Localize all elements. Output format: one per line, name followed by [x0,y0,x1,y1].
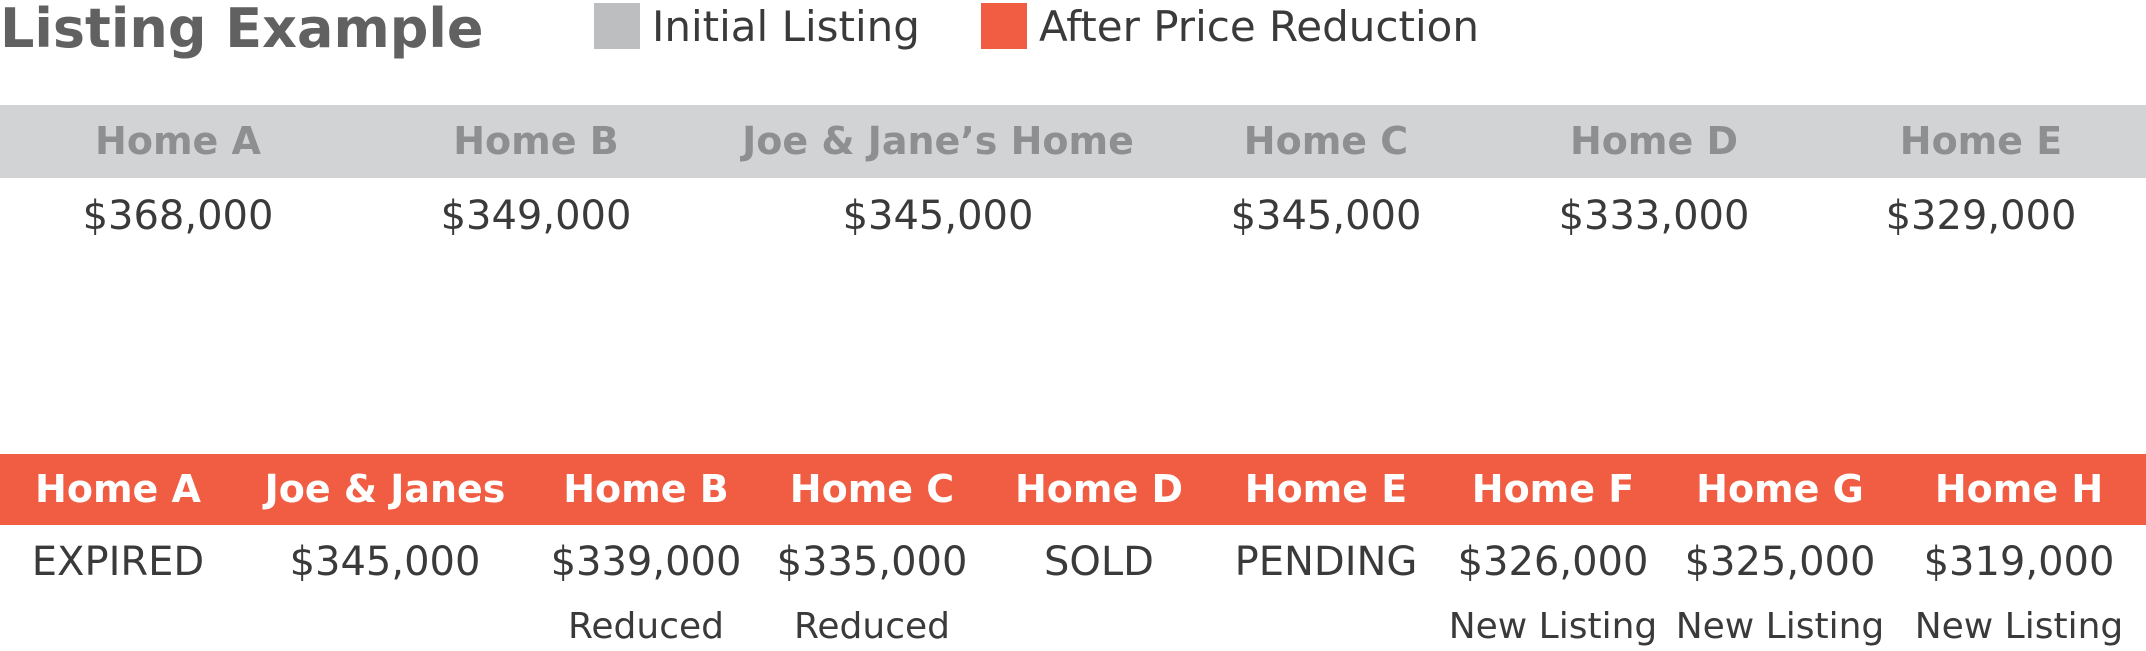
initial-header-cell: Home D [1569,119,1739,163]
legend-item-after-price-reduction: After Price Reduction [981,0,1479,52]
after-header-cell: Home B [563,467,729,511]
page-title: Listing Example [0,0,484,60]
initial-price-cell: $349,000 [440,193,632,239]
initial-header-cell: Home E [1899,119,2063,163]
after-header-cell: Home A [35,467,201,511]
after-header-cell: Home E [1244,467,1408,511]
after-price-cell: $339,000 [550,539,742,585]
after-note-cell: New Listing [1448,606,1658,647]
initial-header-cell: Home C [1243,119,1409,163]
after-note-cell: Reduced [793,606,951,647]
legend-label-initial: Initial Listing [652,1,920,51]
after-note-cell: New Listing [1675,606,1885,647]
after-note-cell: Reduced [567,606,725,647]
after-price-cell: SOLD [1044,539,1154,585]
initial-header-cell: Home A [95,119,261,163]
initial-header-cell: Joe & Jane’s Home [742,119,1134,163]
after-price-cell: $345,000 [289,539,481,585]
initial-price-cell: $333,000 [1558,193,1750,239]
after-price-cell: PENDING [1234,539,1418,585]
after-header-cell: Joe & Janes [264,467,506,511]
after-note-cell: New Listing [1914,606,2124,647]
initial-price-cell: $345,000 [1230,193,1422,239]
legend-swatch-after [981,3,1027,49]
after-price-cell: $326,000 [1457,539,1649,585]
after-header-cell: Home D [1014,467,1184,511]
initial-header-cell: Home B [453,119,619,163]
initial-price-cell: $345,000 [842,193,1034,239]
legend-label-after: After Price Reduction [1039,1,1479,51]
after-header-cell: Home H [1934,467,2104,511]
after-price-cell: EXPIRED [31,539,205,585]
initial-price-cell: $329,000 [1885,193,2077,239]
after-header-cell: Home G [1696,467,1864,511]
initial-price-cell: $368,000 [82,193,274,239]
legend-swatch-initial [594,3,640,49]
after-price-cell: $335,000 [776,539,968,585]
after-price-cell: $319,000 [1923,539,2115,585]
legend-item-initial-listing: Initial Listing [594,0,920,52]
after-header-cell: Home C [789,467,955,511]
after-header-cell: Home F [1471,467,1635,511]
after-price-cell: $325,000 [1684,539,1876,585]
